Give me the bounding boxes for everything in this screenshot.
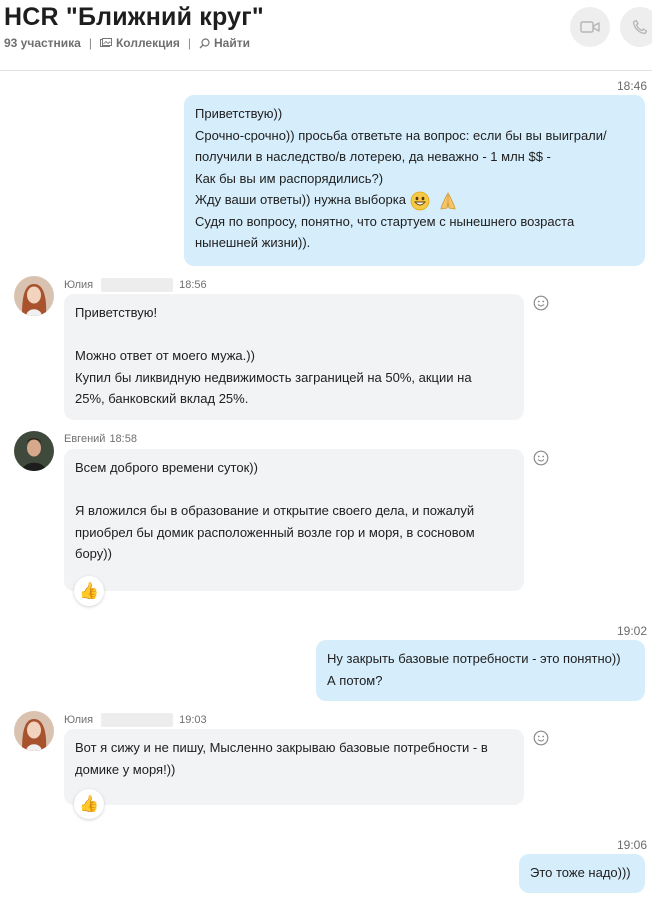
message-line: Как бы вы им распорядились?) <box>195 170 384 186</box>
thumbs-up-reaction[interactable]: 👍 <box>74 789 104 819</box>
outgoing-message-bubble[interactable]: Ну закрыть базовые потребности - это пон… <box>316 640 645 701</box>
message-line <box>75 324 513 346</box>
collection-label: Коллекция <box>115 36 180 50</box>
incoming-message-bubble[interactable]: Приветствую! Можно ответ от моего мужа.)… <box>64 294 524 420</box>
message-line: Жду ваши ответы)) нужна выборка <box>195 192 406 207</box>
message-line: Судя по вопросу, понятно, что стартуем с… <box>195 213 575 229</box>
add-reaction-smiley-icon[interactable] <box>533 295 549 311</box>
add-reaction-smiley-icon[interactable] <box>533 730 549 746</box>
message-line: 25%, банковский вклад 25%. <box>75 391 249 406</box>
find-label: Найти <box>214 36 250 50</box>
user-avatar-icon <box>14 276 54 316</box>
message-timestamp: 19:06 <box>617 838 648 852</box>
message-sender: Евгений 18:58 <box>64 433 137 445</box>
message-line: нынешней жизни)). <box>195 235 311 251</box>
message-timestamp: 18:46 <box>617 79 648 93</box>
avatar[interactable] <box>14 431 54 471</box>
message-line: бору)) <box>75 546 112 561</box>
redacted-name <box>101 713 174 727</box>
sender-name[interactable]: Юлия <box>64 279 93 291</box>
phone-icon <box>632 19 648 35</box>
audio-call-button[interactable] <box>620 7 652 47</box>
sender-name[interactable]: Евгений <box>64 433 105 445</box>
message-line: Приветствую! <box>75 305 158 320</box>
message-timestamp: 18:56 <box>179 279 207 291</box>
user-avatar-icon <box>14 711 54 751</box>
message-line: Я вложился бы в образование и открытие с… <box>75 503 475 518</box>
video-camera-icon <box>580 21 600 33</box>
video-call-button[interactable] <box>570 7 610 47</box>
user-avatar-icon <box>14 431 54 471</box>
message-line: Всем доброго времени суток)) <box>75 460 258 475</box>
chat-title[interactable]: HCR "Ближний круг" <box>4 3 264 32</box>
sender-name[interactable]: Юлия <box>64 714 93 726</box>
message-line: Вот я сижу и не пишу, Мысленно закрываю … <box>75 740 488 755</box>
message-timestamp: 18:58 <box>109 433 137 445</box>
chat-header: HCR "Ближний круг" 93 участника | Коллек… <box>0 0 652 71</box>
chat-meta: 93 участника | Коллекция | Найти <box>4 36 250 50</box>
search-icon <box>199 37 210 48</box>
message-line: приобрел бы домик расположенный возле го… <box>75 524 475 540</box>
message-line: Можно ответ от моего мужа.)) <box>75 348 255 363</box>
message-line <box>75 479 513 501</box>
avatar[interactable] <box>14 711 54 751</box>
message-line: Срочно-срочно)) просьба ответьте на вопр… <box>195 127 607 143</box>
message-line: Ну закрыть базовые потребности - это пон… <box>327 651 621 666</box>
message-line: Это тоже надо))) <box>530 865 631 880</box>
add-reaction-smiley-icon[interactable] <box>533 450 549 466</box>
incoming-message-bubble[interactable]: Всем доброго времени суток)) Я вложился … <box>64 449 524 591</box>
meta-separator: | <box>88 36 92 50</box>
avatar[interactable] <box>14 276 54 316</box>
find-link[interactable]: Найти <box>199 36 250 50</box>
participants-count[interactable]: 93 участника <box>4 36 81 50</box>
collection-link[interactable]: Коллекция <box>99 36 180 50</box>
collection-icon <box>99 38 112 47</box>
message-line: Купил бы ликвидную недвижимость заграниц… <box>75 369 472 385</box>
message-sender: Юлия 18:56 <box>64 278 207 292</box>
redacted-name <box>101 278 174 292</box>
message-timestamp: 19:03 <box>179 714 207 726</box>
grinning-face-emoji-icon <box>410 191 430 210</box>
message-line: А потом? <box>327 672 383 688</box>
message-line-with-emoji: Жду ваши ответы)) нужна выборка <box>195 189 634 211</box>
meta-separator: | <box>187 36 191 50</box>
outgoing-message-bubble[interactable]: Это тоже надо))) <box>519 854 645 893</box>
folded-hands-emoji-icon <box>440 191 456 210</box>
outgoing-message-bubble[interactable]: Приветствую)) Срочно-срочно)) просьба от… <box>184 95 645 266</box>
message-sender: Юлия 19:03 <box>64 713 207 727</box>
message-timestamp: 19:02 <box>617 624 648 638</box>
thumbs-up-reaction[interactable]: 👍 <box>74 576 104 606</box>
message-line: Приветствую)) <box>195 106 283 121</box>
incoming-message-bubble[interactable]: Вот я сижу и не пишу, Мысленно закрываю … <box>64 729 524 805</box>
message-line: получили в наследство/в лотерею, да нева… <box>195 149 551 164</box>
message-line: домике у моря!)) <box>75 761 176 777</box>
